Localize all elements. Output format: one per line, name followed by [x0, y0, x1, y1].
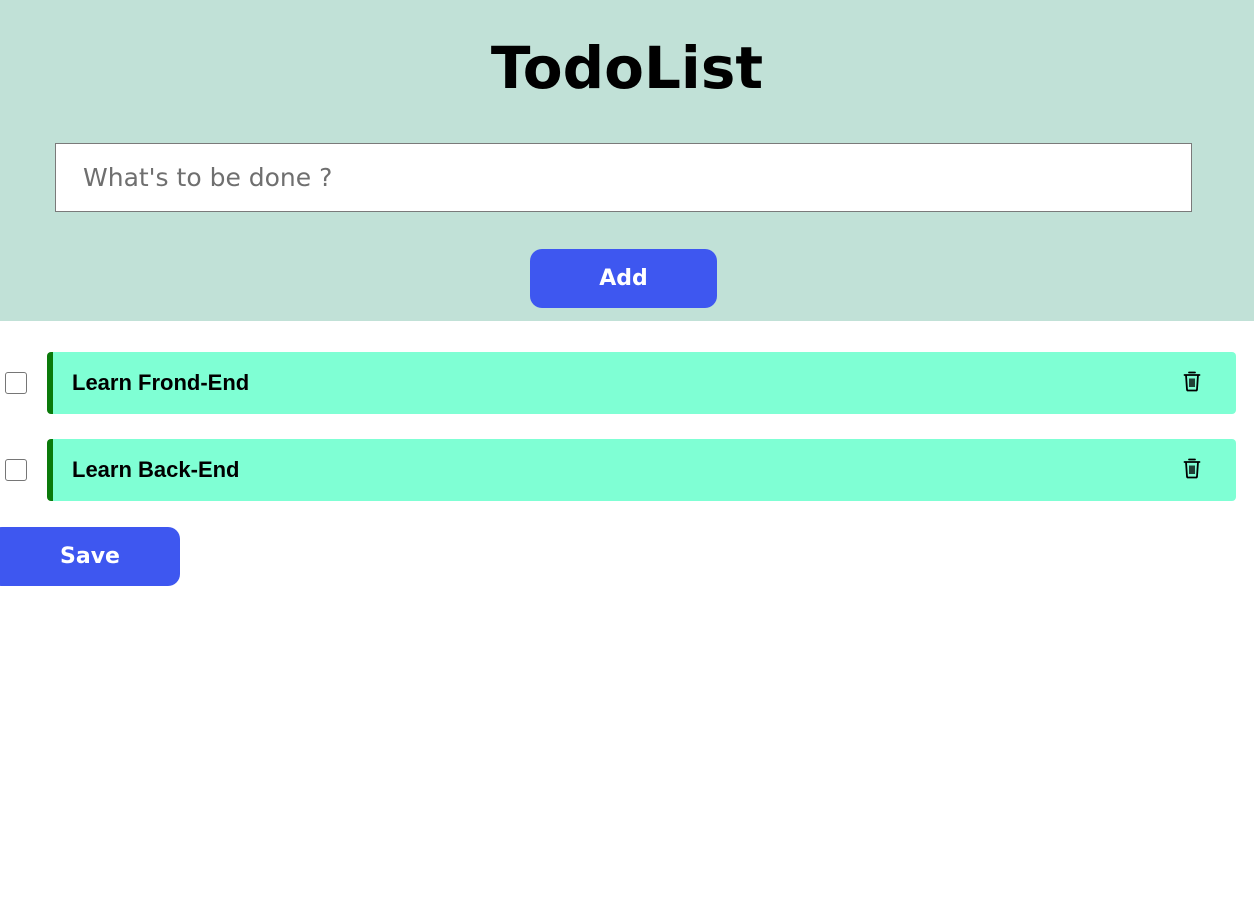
trash-icon[interactable]: [1180, 456, 1204, 480]
todo-text: Learn Frond-End: [72, 370, 250, 395]
todo-card: Learn Back-End: [47, 439, 1236, 501]
todo-checkbox[interactable]: [5, 459, 27, 481]
add-button[interactable]: Add: [530, 249, 717, 308]
todo-card: Learn Frond-End: [47, 352, 1236, 414]
page-title: TodoList: [490, 34, 764, 102]
todo-item: Learn Frond-End: [0, 352, 1254, 414]
todo-item: Learn Back-End: [0, 439, 1254, 501]
save-button[interactable]: Save: [0, 527, 180, 586]
header: TodoList Add: [0, 0, 1254, 321]
todo-text: Learn Back-End: [72, 457, 240, 482]
todo-input[interactable]: [55, 143, 1192, 212]
todo-checkbox[interactable]: [5, 372, 27, 394]
trash-icon[interactable]: [1180, 369, 1204, 393]
